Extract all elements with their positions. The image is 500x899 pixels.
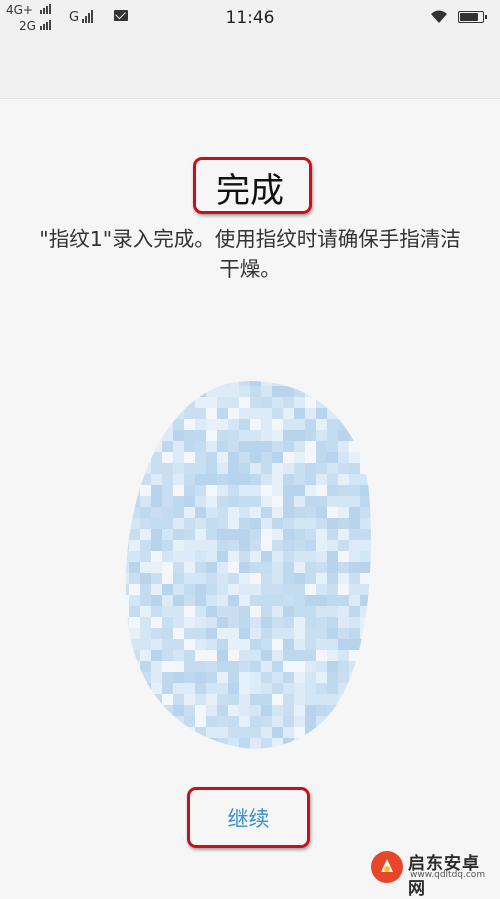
wifi-icon — [431, 10, 447, 23]
fingerprint-icon — [125, 381, 371, 749]
battery-icon — [458, 11, 487, 23]
enrollment-message: "指纹1"录入完成。使用指纹时请确保手指清洁干燥。 — [39, 227, 461, 281]
watermark-url: www.qdltdq.com — [410, 870, 486, 880]
watermark-logo-icon — [371, 851, 403, 883]
status-time: 11:46 — [225, 8, 275, 28]
header-bar — [0, 36, 500, 99]
status-bar: 4G+ 2G G 11:46 — [0, 0, 500, 36]
continue-button[interactable]: 继续 — [190, 790, 307, 845]
page-title: 完成 — [216, 171, 284, 211]
watermark: 启东安卓网 www.qdltdq.com — [370, 848, 496, 899]
